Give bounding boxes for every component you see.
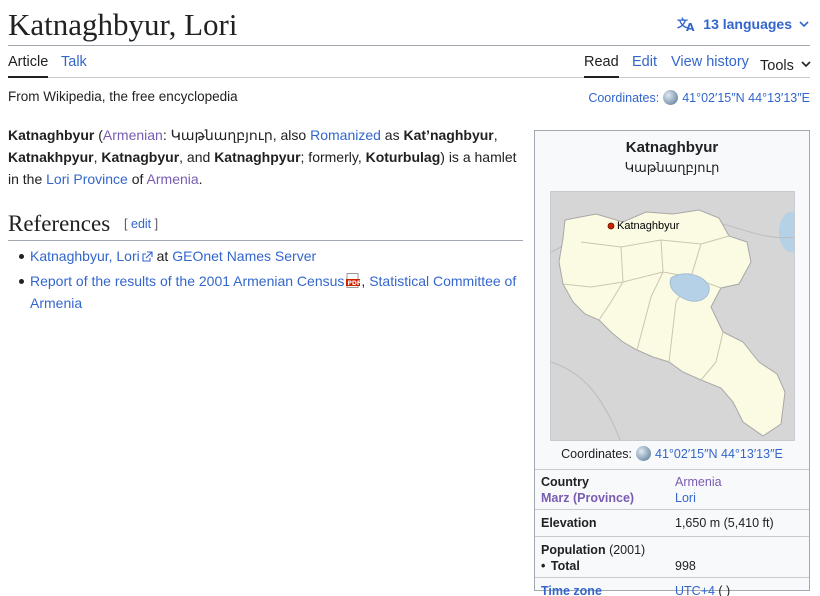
- population-year: (2001): [609, 543, 646, 557]
- tools-label: Tools: [760, 58, 794, 74]
- census-report-link[interactable]: Report of the results of the 2001 Armeni…: [30, 273, 344, 289]
- lead-name: Katnaghbyur: [8, 127, 95, 143]
- country-label: Country: [541, 475, 589, 489]
- native-name: Կաթնաղբյուր: [170, 127, 273, 143]
- armenia-link[interactable]: Armenia: [147, 171, 199, 187]
- infobox-native-name: Կաթնաղբյուր: [624, 161, 720, 176]
- references-title: References: [8, 211, 111, 236]
- tabs-row: Article Talk Read Edit View history Tool…: [8, 47, 812, 78]
- timezone-value-link[interactable]: UTC+4: [675, 584, 715, 596]
- geonet-server-link[interactable]: GEOnet Names Server: [172, 248, 316, 264]
- lead-paragraph: Katnaghbyur (Armenian: Կաթնաղբյուր, also…: [8, 127, 517, 187]
- list-item: Report of the results of the 2001 Armeni…: [8, 270, 523, 314]
- lori-province-link[interactable]: Lori Province: [46, 171, 128, 187]
- country-row: Country Armenia Marz (Province) Lori: [535, 469, 809, 509]
- timezone-suffix: ( ): [714, 584, 731, 596]
- marz-label-link[interactable]: Marz (Province): [541, 490, 675, 506]
- site-tagline: From Wikipedia, the free encyclopedia: [8, 89, 238, 104]
- coordinates-label[interactable]: Coordinates:: [588, 91, 659, 105]
- coordinates-value[interactable]: 41°02′15″N 44°13′13″E: [682, 91, 810, 105]
- infobox-rows: Country Armenia Marz (Province) Lori Ele…: [535, 469, 809, 596]
- section-edit-link[interactable]: edit: [131, 217, 151, 231]
- globe-icon[interactable]: [636, 446, 652, 461]
- tab-talk[interactable]: Talk: [61, 54, 87, 78]
- marz-value-link[interactable]: Lori: [675, 490, 803, 506]
- tab-view-history[interactable]: View history: [671, 54, 749, 78]
- timezone-label-link[interactable]: Time zone: [541, 583, 675, 596]
- globe-icon[interactable]: [663, 90, 679, 105]
- external-link-icon: [142, 246, 153, 268]
- svg-text:A: A: [686, 21, 695, 32]
- tab-edit[interactable]: Edit: [632, 54, 657, 78]
- location-marker: [607, 222, 615, 230]
- elevation-row: Elevation 1,650 m (5,410 ft): [535, 509, 809, 536]
- infobox-coordinates-label: Coordinates:: [561, 446, 633, 461]
- coordinates-top: Coordinates: 41°02′15″N 44°13′13″E: [588, 90, 810, 105]
- elevation-label: Elevation: [541, 516, 597, 530]
- language-count: 13 languages: [703, 16, 792, 32]
- population-label: Population: [541, 543, 606, 557]
- timezone-row: Time zone UTC+4 ( ): [535, 577, 809, 596]
- tools-menu[interactable]: Tools: [760, 54, 812, 78]
- svg-text:PDF: PDF: [348, 280, 361, 287]
- population-row: Population (2001) • Total 998: [535, 536, 809, 577]
- infobox-coordinates: Coordinates: 41°02′15″N 44°13′13″E: [535, 446, 809, 461]
- total-label: Total: [550, 559, 580, 573]
- country-value-link[interactable]: Armenia: [675, 474, 803, 490]
- pdf-icon: PDF: [346, 273, 361, 289]
- references-list: Katnaghbyur, Lori at GEOnet Names Server…: [8, 245, 523, 316]
- bullet: •: [541, 559, 546, 573]
- section-edit: [ edit ]: [124, 217, 159, 231]
- infobox-title: Katnaghbyur: [625, 139, 719, 156]
- language-button[interactable]: 文A 13 languages: [677, 16, 810, 32]
- chevron-down-icon: [798, 18, 810, 30]
- chevron-down-icon: [800, 58, 812, 74]
- map-marker-label: Katnaghbyur: [617, 220, 680, 232]
- tab-read[interactable]: Read: [584, 54, 619, 78]
- total-value: 998: [675, 559, 696, 573]
- location-map[interactable]: Katnaghbyur: [550, 191, 795, 441]
- title-row: Katnaghbyur, Lori 文A 13 languages: [8, 6, 810, 46]
- armenian-link[interactable]: Armenian: [103, 127, 163, 143]
- list-item: Katnaghbyur, Lori at GEOnet Names Server: [8, 245, 523, 268]
- infobox-coordinates-value[interactable]: 41°02′15″N 44°13′13″E: [655, 447, 783, 461]
- romanized-link[interactable]: Romanized: [310, 127, 381, 143]
- translate-icon: 文A: [677, 16, 697, 32]
- infobox: Katnaghbyur Կաթնաղբյուր Katnaghbyur Coor…: [534, 130, 810, 596]
- references-heading: References [ edit ]: [8, 211, 523, 241]
- elevation-value: 1,650 m (5,410 ft): [675, 516, 774, 530]
- tab-article[interactable]: Article: [8, 54, 49, 78]
- geonet-link[interactable]: Katnaghbyur, Lori: [30, 248, 140, 264]
- armenia-map: Katnaghbyur: [551, 192, 794, 440]
